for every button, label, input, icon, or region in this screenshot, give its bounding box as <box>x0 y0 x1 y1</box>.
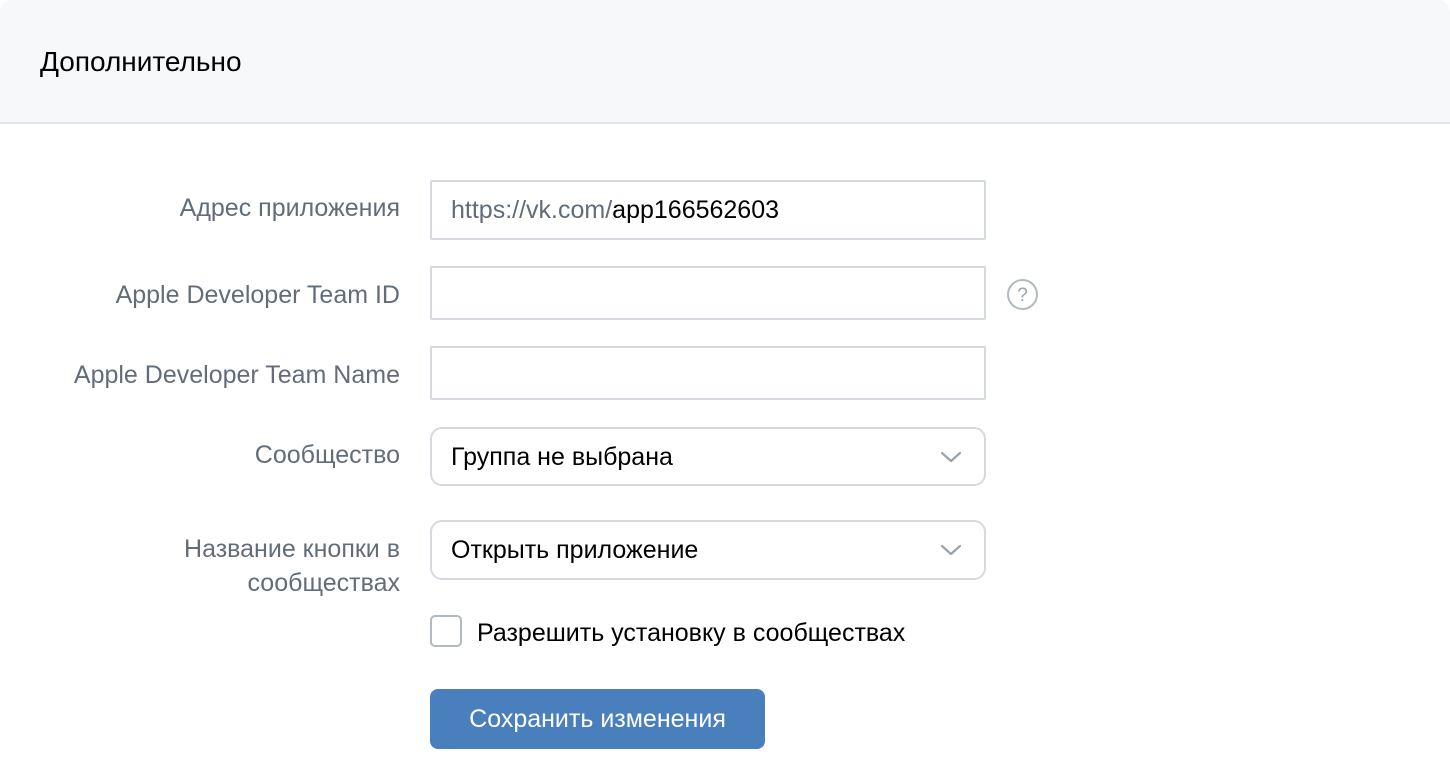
save-button[interactable]: Сохранить изменения <box>430 689 765 749</box>
community-selected: Группа не выбрана <box>451 442 673 471</box>
community-select[interactable]: Группа не выбрана <box>430 427 986 486</box>
app-address-field[interactable]: https://vk.com/app166562603 <box>430 180 986 240</box>
app-address-label: Адрес приложения <box>179 194 400 222</box>
community-label: Сообщество <box>254 441 400 469</box>
svg-text:?: ? <box>1017 285 1028 306</box>
button-name-label-line2: сообществах <box>247 569 400 597</box>
team-name-input[interactable] <box>430 346 986 400</box>
button-name-selected: Открыть приложение <box>451 536 699 564</box>
panel-title: Дополнительно <box>40 46 242 77</box>
allow-install-label[interactable]: Разрешить установку в сообществах <box>477 616 905 650</box>
team-id-label: Apple Developer Team ID <box>115 281 400 309</box>
team-name-label: Apple Developer Team Name <box>73 361 400 389</box>
chevron-down-icon <box>940 544 962 556</box>
chevron-down-icon <box>940 451 962 462</box>
app-address-value[interactable]: app166562603 <box>612 196 779 224</box>
button-name-label-line1: Название кнопки в <box>184 535 400 563</box>
question-circle-icon[interactable]: ? <box>1006 278 1039 311</box>
app-address-prefix: https://vk.com/ <box>451 196 613 224</box>
team-id-input[interactable] <box>430 266 986 320</box>
button-name-label: Название кнопки в сообществах <box>20 532 400 600</box>
settings-panel: Дополнительно Адрес приложения https://v… <box>0 0 1450 778</box>
button-name-select[interactable]: Открыть приложение <box>430 520 986 580</box>
panel-header: Дополнительно <box>0 0 1450 124</box>
allow-install-checkbox[interactable] <box>430 615 462 647</box>
